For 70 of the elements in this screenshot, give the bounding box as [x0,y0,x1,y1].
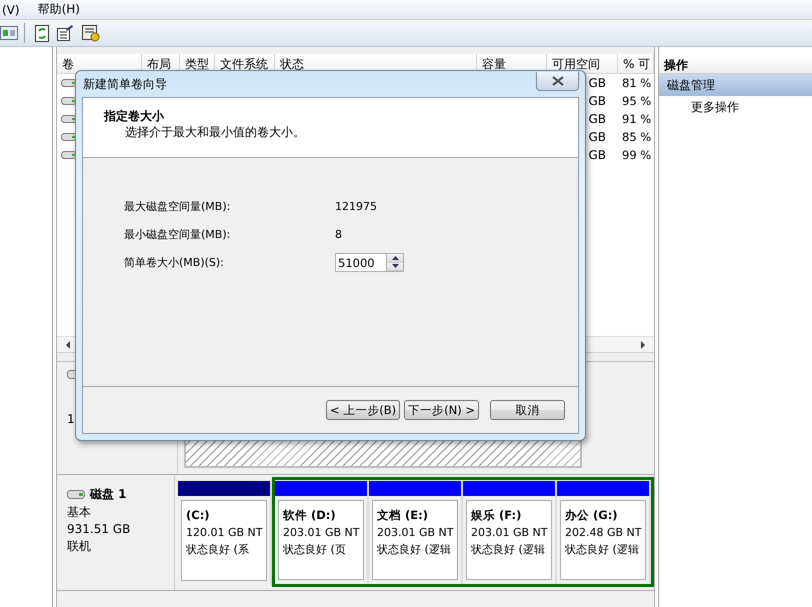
partition-block[interactable]: 软件 (D:) 203.01 GB NT 状态良好 (页 [275,481,369,584]
partition-size: 202.48 GB NT [565,525,643,541]
partition-size: 203.01 GB NT [377,525,455,541]
partition-status: 状态良好 (逻辑 [471,542,546,558]
disk-name: 磁盘 1 [90,486,127,503]
partition-name: 娱乐 (F:) [471,507,522,524]
table-cell-text: 85 % [621,130,652,144]
drive-icon [61,79,77,87]
field-label: 简单卷大小(MB)(S): [124,255,225,270]
table-cell-text: 91 % [621,112,652,126]
menu-item[interactable]: 帮助(H) [36,1,82,18]
scroll-right-icon[interactable] [640,340,646,348]
dialog-button[interactable]: < 上一步(B) [326,400,400,420]
field-label: 最小磁盘空间量(MB): [124,227,232,242]
size-input-field[interactable]: 51000 [335,253,387,272]
up-arrow-icon [392,256,398,260]
partition-block[interactable]: 文档 (E:) 203.01 GB NT 状态良好 (逻辑 [369,481,463,584]
partition-block[interactable]: 办公 (G:) 202.48 GB NT 状态良好 (逻辑 [557,481,651,584]
partition-block[interactable]: 娱乐 (F:) 203.01 GB NT 状态良好 (逻辑 [463,481,557,584]
partition-name: 软件 (D:) [283,507,337,524]
table-cell: GB [588,76,606,90]
partition-block[interactable]: (C:) 120.01 GB NT 状态良好 (系 [178,481,272,585]
dialog-button[interactable]: 下一步(N) > [404,400,479,420]
table-cell: GB [588,130,606,144]
partition-size: 203.01 GB NT [471,525,549,541]
field-value: 121975 [335,200,377,213]
partition-status: 状态良好 (逻辑 [565,542,640,558]
partition-size: 120.01 GB NT [186,525,264,541]
partition-status: 状态良好 (页 [283,542,347,558]
wizard-heading: 指定卷大小 [104,108,166,124]
partition-size: 203.01 GB NT [283,525,361,541]
refresh-icon[interactable] [35,24,49,42]
field-label: 最大磁盘空间量(MB): [124,199,232,214]
drive-icon [67,370,75,379]
close-icon [552,76,564,86]
drive-icon [61,151,77,159]
dialog-title: 新建简单卷向导 [82,76,167,92]
partition-name: 办公 (G:) [565,507,619,524]
drive-icon [67,490,85,499]
drive-icon [61,133,77,141]
properties-icon[interactable] [57,25,74,41]
disk-info-text: 1 [67,411,76,428]
close-button[interactable] [536,72,579,90]
partition-status: 状态良好 (逻辑 [377,542,452,558]
settings-icon[interactable] [82,24,100,42]
table-cell: GB [588,112,606,126]
partition-name: (C:) [186,507,211,524]
table-cell-text: 99 % [621,148,652,162]
spin-up-button[interactable] [387,254,403,262]
table-cell: GB [588,94,606,108]
dialog-button[interactable]: 取消 [490,400,565,420]
menu-item[interactable]: (V) [0,2,22,16]
action-item[interactable]: 更多操作 [659,96,812,118]
column-header[interactable]: % 可 [618,54,654,73]
wizard-subtitle: 选择介于最大和最小值的卷大小。 [124,124,306,140]
action-item[interactable]: 磁盘管理 [659,74,812,96]
partition-name: 文档 (E:) [377,507,429,524]
disk-status: 联机 [67,538,92,555]
table-cell-text: 95 % [621,94,652,108]
view-icon[interactable] [0,25,18,41]
scroll-left-icon[interactable] [65,340,71,348]
drive-icon [61,97,77,105]
down-arrow-icon [392,264,398,268]
disk-size: 931.51 GB [67,521,132,538]
disk-type: 基本 [67,504,92,521]
field-value: 8 [335,228,342,241]
table-cell: GB [588,148,606,162]
drive-icon [61,115,77,123]
table-cell-text: 81 % [621,76,652,90]
partition-status: 状态良好 (系 [186,542,250,558]
